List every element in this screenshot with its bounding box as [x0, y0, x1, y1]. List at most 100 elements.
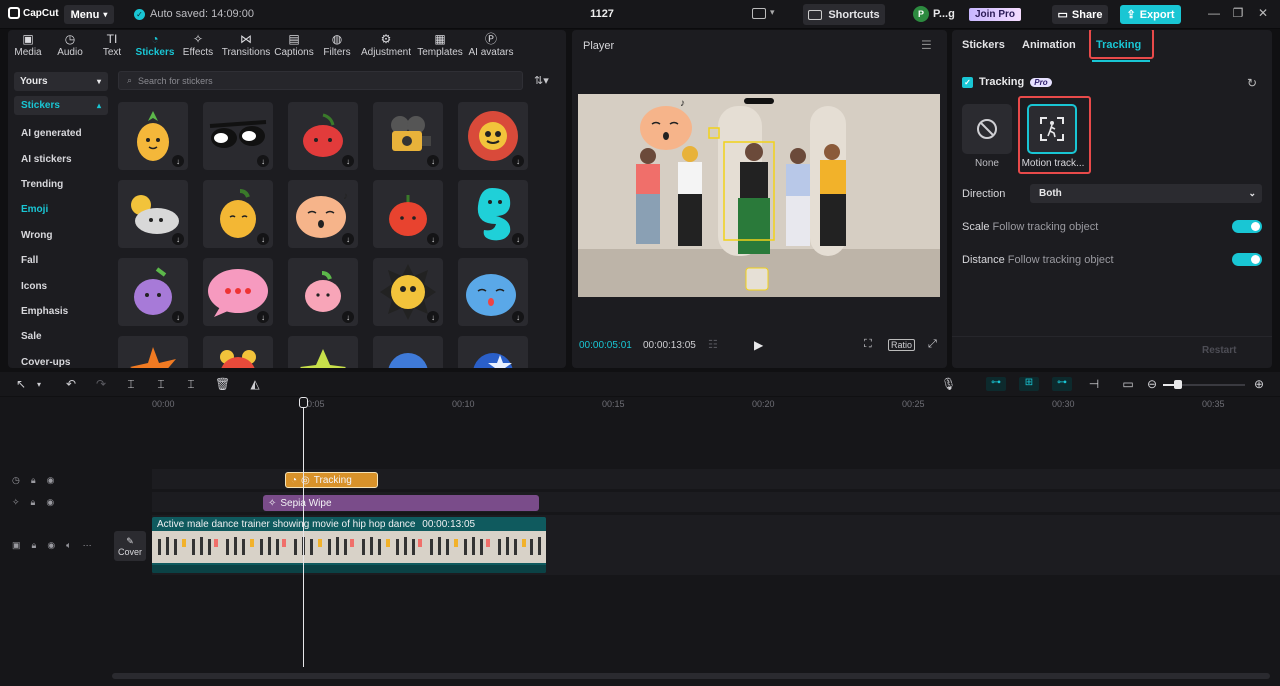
tab-effects[interactable]: ✧ Effects	[178, 30, 218, 62]
sticker-orange-star[interactable]	[118, 336, 188, 368]
eye-icon[interactable]: ◉	[47, 540, 55, 551]
tab-ai-avatars[interactable]: Ⓟ AI avatars	[468, 30, 514, 62]
time-ruler[interactable]: 00:00 00:05 00:10 00:15 00:20 00:25 00:3…	[152, 397, 1280, 411]
sepia-wipe-effect-clip[interactable]: ✧ Sepia Wipe	[263, 495, 539, 511]
filter-icon[interactable]: ⇅▾	[534, 74, 549, 87]
menu-button[interactable]: Menu ▾	[64, 5, 114, 24]
download-icon[interactable]: ↓	[427, 155, 439, 167]
minimize-icon[interactable]: —	[1206, 6, 1222, 20]
tab-media[interactable]: ▣ Media	[8, 30, 48, 62]
tab-captions[interactable]: ▤ Captions	[274, 30, 314, 62]
category-trending[interactable]: Trending	[14, 172, 108, 197]
export-button[interactable]: ⇪ Export	[1120, 5, 1181, 24]
sticker-cherry[interactable]: ↓	[288, 102, 358, 170]
zoom-slider-handle[interactable]	[1174, 380, 1182, 389]
sticker-sun[interactable]: ↓	[373, 258, 443, 326]
more-icon[interactable]: ⋯	[83, 540, 92, 551]
sticker-glasses[interactable]: ↓	[203, 102, 273, 170]
zoom-out-icon[interactable]: ⊖	[1145, 377, 1159, 391]
audio-icon[interactable]: 🔈︎	[66, 540, 71, 551]
sticker-mango[interactable]: ↓	[203, 180, 273, 248]
sticker-alarm-clock[interactable]	[203, 336, 273, 368]
download-icon[interactable]: ↓	[512, 233, 524, 245]
tab-transitions[interactable]: ⋈ Transitions	[218, 30, 274, 62]
download-icon[interactable]: ↓	[257, 311, 269, 323]
eye-icon[interactable]: ◉	[46, 497, 54, 508]
sticker-singing-peach[interactable]: ♪ ↓	[288, 180, 358, 248]
sticker-source-select[interactable]: Yours ▾	[14, 72, 108, 91]
shortcuts-button[interactable]: Shortcuts	[803, 4, 885, 25]
undo-icon[interactable]: ↶	[64, 377, 78, 391]
download-icon[interactable]: ↓	[172, 155, 184, 167]
layout-icon[interactable]	[752, 8, 766, 19]
join-pro-button[interactable]: Join Pro	[969, 8, 1021, 21]
checkbox-checked-icon[interactable]: ✓	[962, 76, 973, 88]
download-icon[interactable]: ↓	[342, 311, 354, 323]
tracking-sticker-clip[interactable]: ◔ ◎ Tracking	[285, 472, 378, 488]
sticker-pineapple[interactable]: ↓	[118, 102, 188, 170]
singing-sticker-overlay[interactable]	[640, 106, 692, 150]
select-cursor-icon[interactable]: ↖	[14, 377, 28, 391]
chevron-down-icon[interactable]: ▾	[32, 380, 46, 389]
project-title[interactable]: 1127	[580, 8, 624, 20]
sticker-green-star[interactable]	[288, 336, 358, 368]
sticker-blue-star-ball[interactable]	[458, 336, 528, 368]
tab-stickers-props[interactable]: Stickers	[962, 39, 1005, 51]
category-emoji[interactable]: Emoji	[14, 197, 108, 222]
zoom-in-icon[interactable]: ⊕	[1252, 377, 1266, 391]
sticker-speech-bubble[interactable]: ↓	[203, 258, 273, 326]
sticker-peach[interactable]: ↓	[288, 258, 358, 326]
microphone-icon[interactable]: 🎙	[941, 377, 956, 391]
ratio-button[interactable]: Ratio	[888, 339, 916, 351]
fullscreen-icon[interactable]: ⤢	[928, 338, 937, 351]
download-icon[interactable]: ↓	[342, 155, 354, 167]
sticker-camera[interactable]: ↓	[373, 102, 443, 170]
sticker-cyan-blob[interactable]: ↓	[458, 180, 528, 248]
download-icon[interactable]: ↓	[512, 155, 524, 167]
category-sale[interactable]: Sale	[14, 324, 108, 349]
user-account[interactable]: P P...g	[913, 6, 955, 22]
mirror-icon[interactable]: ◭	[248, 377, 262, 391]
timeline-scrollbar[interactable]	[112, 673, 1270, 679]
tab-animation[interactable]: Animation	[1022, 39, 1076, 51]
sticker-apple[interactable]: ↓	[373, 180, 443, 248]
tab-templates[interactable]: ▦ Templates	[412, 30, 468, 62]
lock-icon[interactable]: 🔒︎	[31, 475, 36, 486]
download-icon[interactable]: ↓	[172, 311, 184, 323]
caption-icon[interactable]: ▭	[1121, 377, 1135, 391]
chevron-down-icon[interactable]: ▾	[770, 7, 775, 18]
share-button[interactable]: ▭ Share	[1052, 5, 1108, 24]
sticker-blue-face[interactable]: ↓	[458, 258, 528, 326]
timeline-grid-icon[interactable]: ☷	[708, 338, 718, 351]
category-icons[interactable]: Icons	[14, 273, 108, 298]
download-icon[interactable]: ↓	[257, 155, 269, 167]
category-emphasis[interactable]: Emphasis	[14, 299, 108, 324]
video-clip[interactable]: Active male dance trainer showing movie …	[152, 517, 546, 573]
delete-icon[interactable]: 🗑	[215, 377, 230, 391]
download-icon[interactable]: ↓	[342, 233, 354, 245]
eye-icon[interactable]: ◉	[47, 475, 55, 486]
auto-snap-icon[interactable]: ⊞	[1019, 377, 1039, 391]
close-icon[interactable]: ✕	[1255, 6, 1271, 20]
category-ai-stickers[interactable]: AI stickers	[14, 146, 108, 171]
tracking-toggle-row[interactable]: ✓ Tracking Pro	[962, 76, 1052, 88]
download-icon[interactable]: ↓	[427, 233, 439, 245]
lock-icon[interactable]: 🔒︎	[31, 497, 36, 508]
lock-icon[interactable]: 🔒︎	[32, 540, 37, 551]
focus-icon[interactable]: ⛶	[864, 338, 872, 351]
tab-audio[interactable]: ◷ Audio	[48, 30, 92, 62]
distance-toggle[interactable]	[1232, 253, 1262, 266]
download-icon[interactable]: ↓	[172, 233, 184, 245]
split-right-icon[interactable]: ⌶	[184, 377, 198, 392]
main-track-magnet-icon[interactable]: ⊶	[986, 377, 1006, 391]
category-section-stickers[interactable]: Stickers ▴	[14, 96, 108, 115]
reset-icon[interactable]: ↻	[1247, 76, 1257, 90]
sticker-grapes[interactable]: ↓	[118, 258, 188, 326]
sticker-search-input[interactable]: ⌕ Search for stickers	[118, 71, 523, 90]
tab-text[interactable]: TI Text	[92, 30, 132, 62]
download-icon[interactable]: ↓	[427, 311, 439, 323]
cover-button[interactable]: ✎ Cover	[114, 531, 146, 561]
playhead[interactable]	[303, 399, 304, 667]
menu-icon[interactable]: ☰	[921, 38, 932, 52]
direction-select[interactable]: Both ⌄	[1030, 184, 1262, 203]
